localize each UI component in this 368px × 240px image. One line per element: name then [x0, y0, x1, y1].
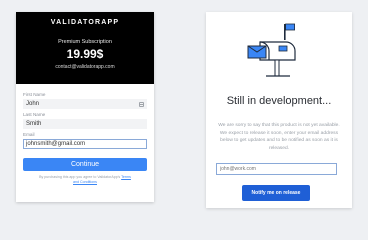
first-name-field[interactable]: John [23, 99, 147, 109]
terms-text: By purchasing this app you agree to Vali… [39, 175, 122, 179]
conditions-link[interactable]: and Conditions [73, 180, 97, 184]
terms-link[interactable]: Terms [121, 175, 131, 179]
email-label: Email [23, 132, 35, 137]
contact-card-icon [139, 101, 144, 107]
checkout-form: First Name John Last Name Smith Email jo… [16, 84, 154, 185]
notify-email-input[interactable] [216, 163, 337, 175]
plan-name: Premium Subscription [58, 39, 112, 45]
development-card: Still in development... We are sorry to … [206, 12, 352, 208]
email-field[interactable]: johnsmith@gmail.com [23, 139, 147, 149]
last-name-value: Smith [26, 121, 42, 127]
email-value: johnsmith@gmail.com [26, 141, 86, 147]
contact-email: contact@validatorapp.com [55, 64, 115, 70]
last-name-field[interactable]: Smith [23, 119, 147, 129]
notify-button[interactable]: Notify me on release [242, 185, 310, 201]
continue-button[interactable]: Continue [23, 158, 147, 171]
last-name-label: Last Name [23, 112, 46, 117]
mailbox-illustration-icon [247, 23, 296, 77]
first-name-value: John [26, 101, 40, 107]
plan-price: 19.99$ [66, 47, 104, 61]
brand-name: VALIDATORAPP [50, 19, 120, 26]
checkout-card: VALIDATORAPP Premium Subscription 19.99$… [16, 12, 154, 202]
development-description: We are sorry to say that this product is… [218, 123, 340, 151]
checkout-header: VALIDATORAPP Premium Subscription 19.99$… [16, 12, 154, 84]
terms-notice: By purchasing this app you agree to Vali… [23, 175, 147, 185]
page-title: Still in development... [226, 95, 332, 107]
first-name-label: First Name [23, 92, 46, 97]
